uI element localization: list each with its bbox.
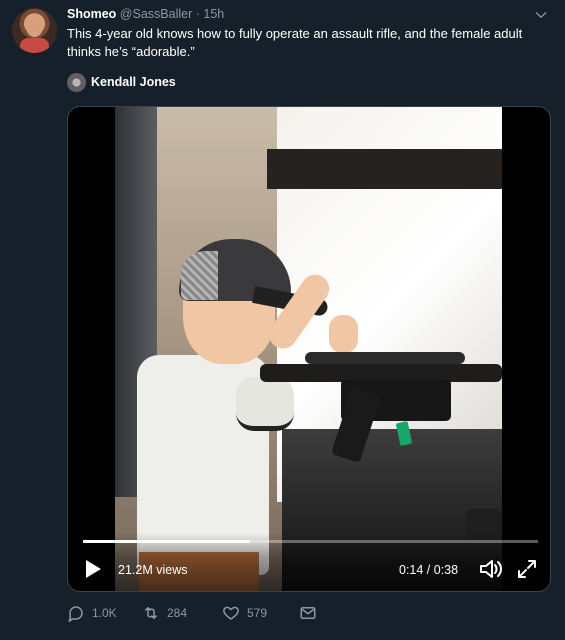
direct-message-button[interactable] [299, 602, 317, 624]
media-source[interactable]: Kendall Jones [67, 72, 176, 92]
reply-button[interactable]: 1.0K [67, 602, 117, 624]
source-avatar [67, 72, 86, 92]
tweet-text: This 4-year old knows how to fully opera… [67, 26, 523, 59]
view-count: 21.2M views [118, 563, 188, 577]
author-avatar[interactable] [12, 8, 57, 53]
tweet-time[interactable]: 15h [203, 7, 224, 21]
video-progress-fill [83, 540, 250, 543]
video-timestamp: 0:14 / 0:38 [399, 563, 459, 577]
source-name: Kendall Jones [91, 75, 176, 89]
retweet-icon [145, 607, 157, 619]
volume-button[interactable] [478, 558, 502, 580]
fullscreen-icon [518, 560, 536, 578]
play-button[interactable] [83, 557, 103, 581]
video-frame [115, 107, 502, 591]
reply-count: 1.0K [92, 606, 117, 620]
tweet-actions: 1.0K 284 579 [67, 602, 367, 624]
play-icon [86, 560, 101, 578]
cap-mesh [181, 251, 218, 300]
retweet-button[interactable]: 284 [142, 602, 187, 624]
fullscreen-button[interactable] [516, 558, 538, 580]
shelf-top [267, 149, 502, 189]
header-separator: · [195, 7, 200, 21]
volume-icon [480, 560, 502, 578]
chevron-down-icon[interactable] [534, 8, 548, 22]
video-player[interactable]: 21.2M views 0:14 / 0:38 [67, 106, 551, 592]
video-progress-bar[interactable] [83, 540, 538, 543]
author-name[interactable]: Shomeo [67, 7, 116, 21]
mail-icon [300, 607, 316, 619]
avatar-face [26, 17, 43, 37]
like-count: 579 [247, 606, 268, 620]
reply-icon [68, 606, 83, 622]
heart-icon [223, 606, 239, 620]
child-hand [329, 315, 358, 353]
like-button[interactable]: 579 [222, 602, 267, 624]
tweet: Shomeo @SassBaller · 15h This 4-year old… [0, 0, 565, 640]
rifle-scope [305, 352, 465, 364]
retweet-count: 284 [167, 606, 188, 620]
child-sleeve [236, 377, 294, 431]
author-handle[interactable]: @SassBaller [120, 7, 192, 21]
avatar-shirt [20, 38, 49, 53]
tweet-header: Shomeo @SassBaller · 15h [67, 7, 224, 21]
